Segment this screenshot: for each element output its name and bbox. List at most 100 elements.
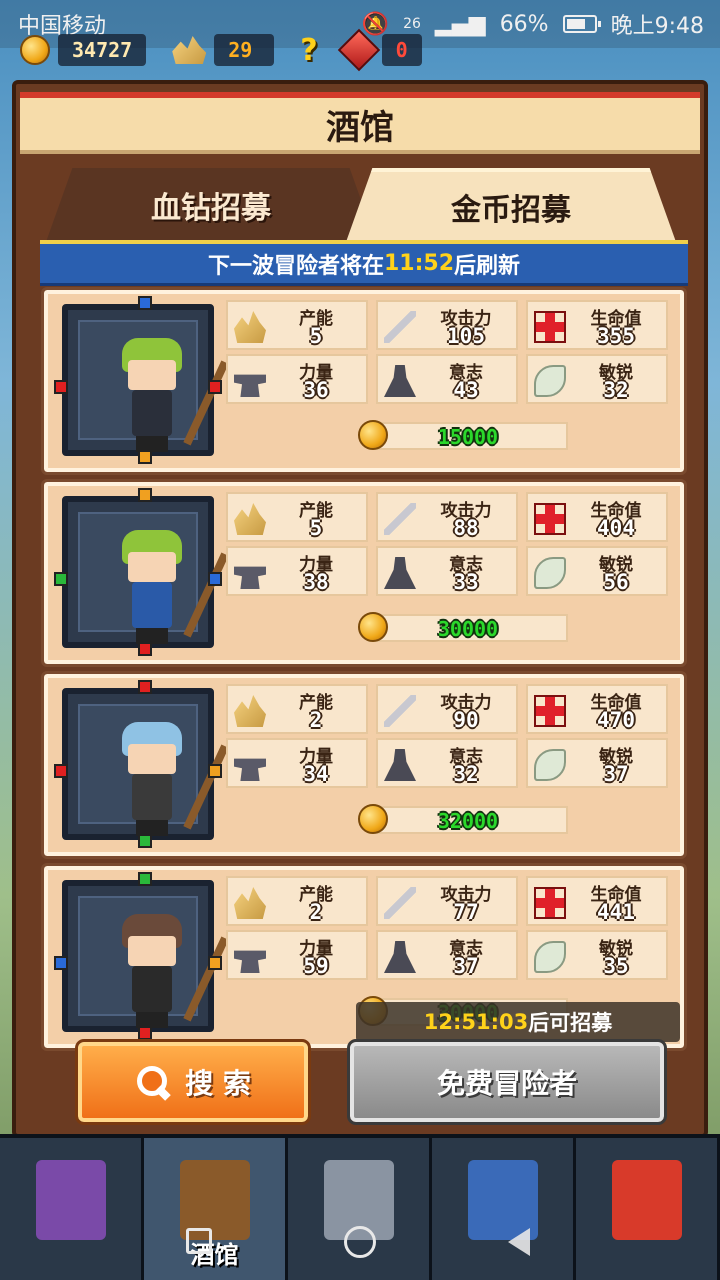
recruit-tabs: 血钻招募 金币招募 (46, 168, 686, 242)
tab-gold-recruit[interactable]: 金币招募 (346, 168, 676, 242)
adventurer-card[interactable]: 产能 5 攻击力 105 生命值 355 力量 36 意志 43 敏锐 32 1… (41, 287, 687, 475)
stat-agility: 敏锐 32 (526, 354, 668, 404)
hero-face (128, 744, 176, 774)
health-cross-icon (534, 695, 566, 727)
health-cross-icon (534, 887, 566, 919)
stat-attack: 攻击力 88 (376, 492, 518, 542)
signal-icon: ▂▄▆ (434, 11, 486, 37)
stat-production: 产能 2 (226, 876, 368, 926)
battery-percent: 66% (499, 11, 549, 37)
recruit-price[interactable]: 15000 (358, 420, 568, 450)
stat-will: 意志 32 (376, 738, 518, 788)
ore-amount: 29 (214, 34, 275, 66)
attack-sword-icon (384, 695, 416, 727)
price-amount: 15000 (437, 425, 499, 449)
adventurer-sprite (116, 722, 229, 838)
strength-anvil-icon (234, 758, 266, 781)
stat-value: 59 (303, 954, 329, 978)
production-ore-icon (234, 887, 266, 919)
adventurer-portrait[interactable] (54, 296, 229, 464)
stat-strength: 力量 36 (226, 354, 368, 404)
stat-agility: 敏锐 35 (526, 930, 668, 980)
nav-item-tavern-mug[interactable]: 酒馆 (144, 1138, 288, 1280)
cooldown-suffix: 后可招募 (528, 1011, 613, 1035)
recruit-price[interactable]: 30000 (358, 612, 568, 642)
stat-value: 56 (603, 570, 629, 594)
stat-value: 105 (447, 324, 485, 348)
help-icon[interactable]: ? (300, 33, 317, 68)
gem-amount: 0 (381, 34, 422, 66)
will-statue-icon (384, 749, 416, 781)
cooldown-time: 12:51:03 (423, 1010, 529, 1034)
portrait-frame (78, 704, 229, 836)
notice-time: 11:52 (383, 251, 455, 276)
recruit-price[interactable]: 32000 (358, 804, 568, 834)
adventurer-portrait[interactable] (54, 488, 229, 656)
gem-coin-shop-icon (611, 1160, 682, 1240)
hero-weapon (183, 552, 229, 638)
stat-value: 90 (453, 708, 479, 732)
stat-agility: 敏锐 37 (526, 738, 668, 788)
stat-value: 355 (597, 324, 635, 348)
stat-value: 77 (453, 900, 479, 924)
stat-value: 36 (303, 378, 329, 402)
stat-value: 2 (309, 708, 323, 732)
search-button-label: 搜 索 (185, 1067, 251, 1100)
tab-blood-diamond-recruit[interactable]: 血钻招募 (46, 168, 376, 242)
stat-production: 产能 5 (226, 300, 368, 350)
notice-suffix: 后刷新 (454, 253, 521, 279)
recruit-cooldown: 12:51:03 后可招募 (356, 1002, 680, 1042)
stat-value: 34 (303, 762, 329, 786)
adventurer-portrait[interactable] (54, 872, 229, 1040)
stat-strength: 力量 34 (226, 738, 368, 788)
agility-wing-icon (534, 749, 566, 781)
socket-right-dot (208, 572, 222, 586)
hero-weapon (183, 936, 229, 1022)
adventurer-portrait[interactable] (54, 680, 229, 848)
notice-prefix: 下一波冒险者将在 (207, 253, 384, 279)
stat-value: 37 (453, 954, 479, 978)
attack-sword-icon (384, 887, 416, 919)
socket-left-dot (54, 572, 68, 586)
nav-item-barracks-helmet[interactable] (0, 1138, 144, 1280)
stat-value: 33 (453, 570, 479, 594)
portrait-frame (78, 320, 229, 452)
ore-counter: 29 (172, 34, 275, 66)
stat-value: 37 (603, 762, 629, 786)
portrait-frame (78, 512, 229, 644)
stat-value: 404 (597, 516, 635, 540)
page-title: 酒馆 (20, 92, 700, 154)
socket-top-dot (138, 872, 152, 886)
agility-wing-icon (534, 557, 566, 589)
gem-counter: 0 (337, 28, 422, 72)
hero-face (128, 936, 176, 966)
barracks-helmet-icon (35, 1160, 106, 1240)
gold-counter: 34727 (20, 34, 147, 66)
nav-item-crossed-swords-shield[interactable] (432, 1138, 576, 1280)
production-ore-icon (234, 695, 266, 727)
free-adventurer-button[interactable]: 免费冒险者 (347, 1039, 667, 1125)
gold-amount: 34727 (58, 34, 147, 66)
tavern-mug-icon (179, 1160, 250, 1240)
stat-value: 35 (603, 954, 629, 978)
adventurer-card[interactable]: 产能 5 攻击力 88 生命值 404 力量 38 意志 33 敏锐 56 30… (41, 479, 687, 667)
tavern-panel: 酒馆 血钻招募 金币招募 下一波冒险者将在 11:52 后刷新 产能 5 攻击力… (12, 80, 708, 1138)
stat-production: 产能 5 (226, 492, 368, 542)
resource-bar: 34727 29 ? 0 (20, 28, 422, 72)
hero-body (132, 390, 172, 436)
nav-item-castle-tower[interactable] (288, 1138, 432, 1280)
nav-item-gem-coin-shop[interactable] (576, 1138, 720, 1280)
stat-value: 2 (309, 900, 323, 924)
adventurer-sprite (116, 338, 229, 454)
stat-health: 生命值 404 (526, 492, 668, 542)
strength-anvil-icon (234, 566, 266, 589)
search-button[interactable]: 搜 索 (75, 1039, 311, 1125)
production-ore-icon (234, 311, 266, 343)
adventurer-card[interactable]: 产能 2 攻击力 90 生命值 470 力量 34 意志 32 敏锐 37 32… (41, 671, 687, 859)
socket-right-dot (208, 956, 222, 970)
socket-bottom-dot (138, 642, 152, 656)
free-adventurer-label: 免费冒险者 (436, 1067, 577, 1100)
stat-attack: 攻击力 77 (376, 876, 518, 926)
stat-health: 生命值 441 (526, 876, 668, 926)
battery-icon (562, 15, 601, 33)
